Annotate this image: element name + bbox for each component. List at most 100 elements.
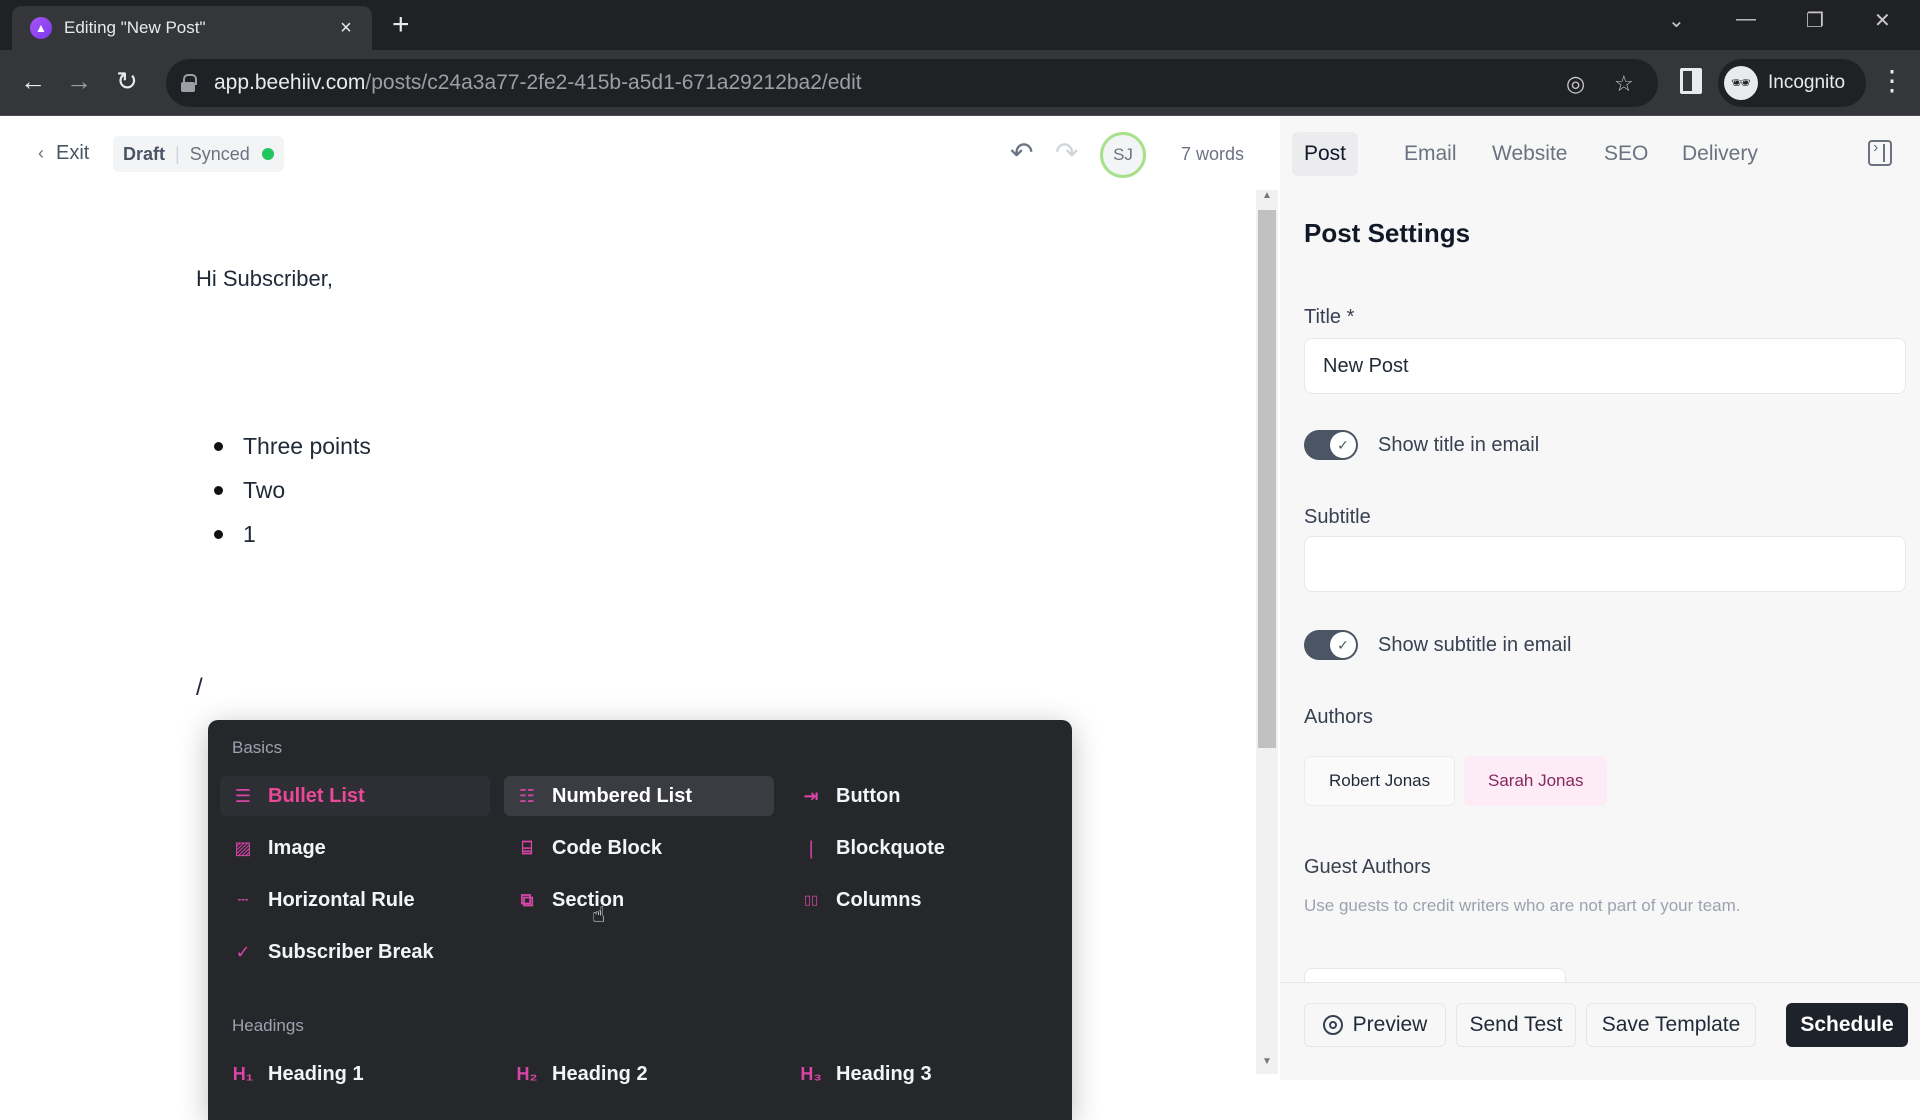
tab-post[interactable]: Post bbox=[1292, 132, 1359, 176]
menu-item-label: Heading 1 bbox=[268, 1062, 364, 1085]
incognito-profile-button[interactable]: 🕶 Incognito bbox=[1718, 59, 1866, 107]
panel-footer: Preview Send Test Save Template Schedule bbox=[1280, 982, 1920, 1080]
blockquote-icon: ❘ bbox=[803, 837, 819, 858]
close-window-icon[interactable]: ✕ bbox=[1874, 8, 1891, 33]
title-input[interactable] bbox=[1304, 338, 1906, 394]
menu-item-numbered-list[interactable]: ☷ Numbered List bbox=[504, 776, 774, 816]
list-bullet-icon: ☰ bbox=[234, 785, 252, 806]
schedule-button[interactable]: Schedule bbox=[1786, 1003, 1908, 1047]
menu-item-blockquote[interactable]: ❘ Blockquote bbox=[788, 828, 1058, 868]
incognito-label: Incognito bbox=[1768, 72, 1846, 93]
scroll-up-arrow-icon[interactable]: ▲ bbox=[1256, 190, 1278, 208]
tab-title: Editing "New Post" bbox=[64, 18, 206, 37]
bookmark-star-icon[interactable]: ☆ bbox=[1614, 71, 1634, 97]
reload-icon[interactable]: ↻ bbox=[116, 66, 138, 96]
redo-icon[interactable]: ↷ bbox=[1055, 136, 1078, 169]
menu-item-label: Bullet List bbox=[268, 784, 365, 807]
eye-off-icon[interactable]: ◎ bbox=[1566, 71, 1585, 97]
menu-item-section[interactable]: ⧉ Section bbox=[504, 880, 774, 920]
save-template-button[interactable]: Save Template bbox=[1586, 1003, 1756, 1047]
menu-item-heading-1[interactable]: H₁ Heading 1 bbox=[220, 1054, 490, 1094]
slash-command-text[interactable]: / bbox=[196, 674, 203, 702]
menu-item-button[interactable]: ⇥ Button bbox=[788, 776, 1058, 816]
heading-2-icon: H₂ bbox=[516, 1063, 538, 1084]
list-item[interactable]: 1 bbox=[214, 512, 371, 556]
menu-item-label: Heading 2 bbox=[552, 1062, 648, 1085]
menu-item-heading-3[interactable]: H₃ Heading 3 bbox=[788, 1054, 1058, 1094]
side-panel-icon[interactable] bbox=[1680, 68, 1702, 94]
menu-item-label: Numbered List bbox=[552, 784, 693, 807]
show-title-label: Show title in email bbox=[1378, 433, 1540, 456]
tab-website[interactable]: Website bbox=[1480, 132, 1579, 176]
section-icon: ⧉ bbox=[520, 889, 534, 910]
author-chip[interactable]: Sarah Jonas bbox=[1464, 756, 1608, 806]
menu-section-headings: Headings bbox=[232, 1016, 304, 1035]
url-path: /posts/c24a3a77-2fe2-415b-a5d1-671a29212… bbox=[365, 71, 862, 94]
menu-item-bullet-list[interactable]: ☰ Bullet List bbox=[220, 776, 490, 816]
list-item[interactable]: Two bbox=[214, 468, 371, 512]
undo-icon[interactable]: ↶ bbox=[1010, 136, 1033, 169]
list-item[interactable]: Three points bbox=[214, 424, 371, 468]
menu-item-subscriber-break[interactable]: ✓ Subscriber Break bbox=[220, 932, 490, 972]
post-editor-app: ‹ Exit Draft | Synced ↶ ↷ SJ 7 words Hi … bbox=[0, 116, 1920, 1120]
tab-search-icon[interactable]: ⌄ bbox=[1668, 8, 1685, 33]
status-draft: Draft bbox=[123, 143, 166, 164]
chevron-left-icon: ‹ bbox=[38, 143, 44, 163]
author-chip[interactable]: Robert Jonas bbox=[1304, 756, 1456, 806]
panel-heading: Post Settings bbox=[1304, 218, 1471, 248]
editor-scrollbar[interactable]: ▲ ▼ bbox=[1256, 190, 1278, 1074]
browser-tab[interactable]: ▲ Editing "New Post" × bbox=[12, 6, 372, 50]
bullet-list[interactable]: Three points Two 1 bbox=[214, 424, 371, 556]
menu-item-label: Blockquote bbox=[836, 836, 945, 859]
minimize-icon[interactable]: — bbox=[1736, 8, 1756, 31]
tab-delivery[interactable]: Delivery bbox=[1670, 132, 1770, 176]
post-status-pill: Draft | Synced bbox=[113, 136, 284, 172]
tab-seo[interactable]: SEO bbox=[1592, 132, 1660, 176]
status-divider: | bbox=[175, 143, 180, 164]
show-subtitle-toggle[interactable]: ✓ bbox=[1304, 630, 1358, 660]
preview-label: Preview bbox=[1352, 1013, 1428, 1036]
exit-button[interactable]: ‹ Exit bbox=[38, 142, 89, 165]
forward-icon[interactable]: → bbox=[66, 66, 92, 96]
eye-icon bbox=[1322, 1015, 1343, 1035]
back-icon[interactable]: ← bbox=[20, 66, 46, 96]
menu-item-heading-2[interactable]: H₂ Heading 2 bbox=[504, 1054, 774, 1094]
preview-button[interactable]: Preview bbox=[1304, 1003, 1446, 1047]
scroll-down-arrow-icon[interactable]: ▼ bbox=[1256, 1056, 1278, 1074]
menu-item-horizontal-rule[interactable]: ┄ Horizontal Rule bbox=[220, 880, 490, 920]
send-test-button[interactable]: Send Test bbox=[1456, 1003, 1576, 1047]
incognito-icon: 🕶 bbox=[1724, 66, 1758, 100]
tab-email[interactable]: Email bbox=[1392, 132, 1469, 176]
close-tab-icon[interactable]: × bbox=[334, 17, 358, 40]
check-icon: ✓ bbox=[1330, 432, 1356, 458]
authors-label: Authors bbox=[1304, 706, 1373, 728]
heading-1-icon: H₁ bbox=[232, 1063, 254, 1084]
browser-toolbar: ← → ↻ app.beehiiv.com /posts/c24a3a77-2f… bbox=[0, 50, 1920, 116]
lock-icon[interactable] bbox=[180, 74, 197, 92]
menu-item-label: Heading 3 bbox=[836, 1062, 932, 1085]
menu-item-image[interactable]: ▨ Image bbox=[220, 828, 490, 868]
menu-item-code-block[interactable]: ⌸ Code Block bbox=[504, 828, 774, 868]
address-bar[interactable]: app.beehiiv.com /posts/c24a3a77-2fe2-415… bbox=[166, 59, 1658, 107]
show-title-toggle-row[interactable]: ✓ Show title in email bbox=[1304, 430, 1539, 460]
restore-icon[interactable]: ❐ bbox=[1806, 8, 1824, 33]
paragraph-greeting[interactable]: Hi Subscriber, bbox=[196, 266, 333, 292]
columns-icon: ▯▯ bbox=[803, 892, 819, 907]
collapse-panel-icon[interactable] bbox=[1868, 139, 1892, 166]
menu-item-label: Horizontal Rule bbox=[268, 888, 415, 911]
menu-item-label: Button bbox=[836, 784, 901, 807]
button-icon: ⇥ bbox=[803, 785, 819, 806]
collaborator-avatar[interactable]: SJ bbox=[1100, 132, 1146, 178]
guest-authors-label: Guest Authors bbox=[1304, 856, 1431, 878]
subtitle-input[interactable] bbox=[1304, 536, 1906, 592]
menu-item-label: Subscriber Break bbox=[268, 940, 434, 963]
word-count: 7 words bbox=[1181, 144, 1245, 164]
browser-menu-icon[interactable]: ⋮ bbox=[1878, 64, 1906, 97]
show-title-toggle[interactable]: ✓ bbox=[1304, 430, 1358, 460]
scrollbar-thumb[interactable] bbox=[1258, 210, 1276, 748]
beehiiv-favicon-icon: ▲ bbox=[30, 17, 52, 39]
image-icon: ▨ bbox=[234, 837, 252, 858]
show-subtitle-toggle-row[interactable]: ✓ Show subtitle in email bbox=[1304, 630, 1571, 660]
menu-item-columns[interactable]: ▯▯ Columns bbox=[788, 880, 1058, 920]
new-tab-button[interactable]: + bbox=[392, 10, 410, 40]
